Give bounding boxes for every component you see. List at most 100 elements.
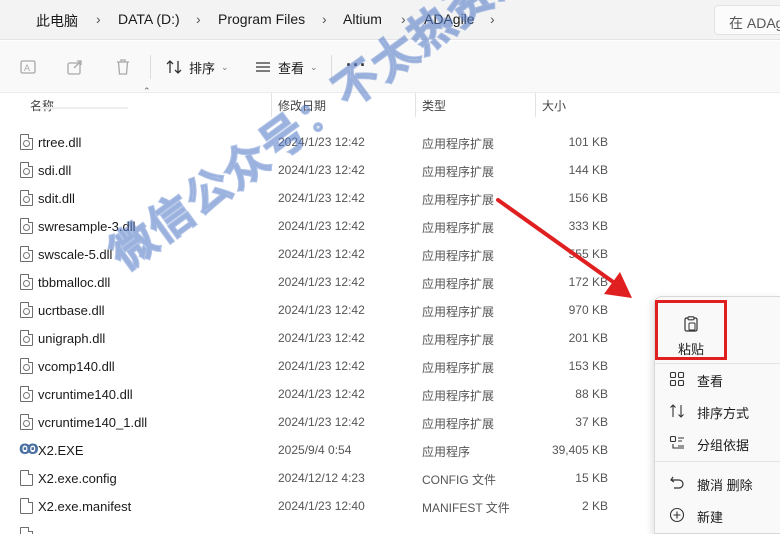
dll-file-icon bbox=[20, 162, 33, 178]
table-row[interactable]: swresample-3.dll 2024/1/23 12:42 应用程序扩展 … bbox=[0, 212, 660, 240]
context-menu: 粘贴 查看 排序方式 分组依据 撤消 删除 新建 bbox=[654, 296, 780, 534]
file-size: 15 KB bbox=[575, 471, 608, 485]
sort-button[interactable]: 排序 ⌄ bbox=[165, 57, 229, 77]
table-row[interactable]: Ꙭ X2.EXE 2025/9/4 0:54 应用程序 39,405 KB bbox=[0, 436, 660, 464]
table-row[interactable]: X2.exe.config 2024/12/12 4:23 CONFIG 文件 … bbox=[0, 464, 660, 492]
menu-item-label: 新建 bbox=[697, 510, 724, 525]
chevron-right-icon[interactable]: › bbox=[196, 11, 201, 27]
file-size: 101 KB bbox=[568, 135, 608, 149]
file-name: vcomp140.dll bbox=[38, 359, 115, 374]
breadcrumb-altium[interactable]: Altium bbox=[343, 11, 382, 27]
file-name: swscale-5.dll bbox=[38, 247, 113, 262]
application-exe-icon: Ꙭ bbox=[19, 441, 39, 457]
table-row[interactable]: rtree.dll 2024/1/23 12:42 应用程序扩展 101 KB bbox=[0, 128, 660, 156]
search-input[interactable]: 在 ADAg bbox=[714, 5, 780, 35]
menu-divider bbox=[655, 461, 780, 462]
breadcrumb-program-files[interactable]: Program Files bbox=[218, 11, 305, 27]
group-by-icon bbox=[669, 435, 684, 449]
file-size: 144 KB bbox=[568, 163, 608, 177]
file-date: 2024/1/23 12:42 bbox=[278, 359, 365, 373]
table-row[interactable]: vcruntime140.dll 2024/1/23 12:42 应用程序扩展 … bbox=[0, 380, 660, 408]
table-row[interactable]: tbbmalloc.dll 2024/1/23 12:42 应用程序扩展 172… bbox=[0, 268, 660, 296]
file-date: 2024/1/23 12:42 bbox=[278, 275, 365, 289]
table-row[interactable]: ucrtbase.dll 2024/1/23 12:42 应用程序扩展 970 … bbox=[0, 296, 660, 324]
file-name: tbbmalloc.dll bbox=[38, 275, 111, 290]
rename-icon[interactable]: A bbox=[18, 57, 38, 77]
dll-file-icon bbox=[20, 358, 33, 374]
menu-item-label: 分组依据 bbox=[697, 438, 750, 453]
file-name: rtree.dll bbox=[38, 135, 82, 150]
add-circle-icon bbox=[669, 507, 685, 523]
file-size: 333 KB bbox=[568, 219, 608, 233]
dll-file-icon bbox=[20, 274, 33, 290]
menu-item-sort-by[interactable]: 排序方式 bbox=[655, 396, 780, 426]
file-date: 2024/1/23 12:42 bbox=[278, 219, 365, 233]
file-size: 156 KB bbox=[568, 191, 608, 205]
menu-item-group-by[interactable]: 分组依据 bbox=[655, 428, 780, 458]
config-file-icon bbox=[20, 470, 33, 486]
breadcrumb-this-pc[interactable]: 此电脑 bbox=[36, 11, 78, 31]
file-name: sdit.dll bbox=[38, 191, 75, 206]
paste-button[interactable]: 粘贴 bbox=[655, 300, 727, 360]
file-type: 应用程序 bbox=[422, 445, 471, 459]
delete-icon[interactable] bbox=[113, 57, 133, 77]
breadcrumb-data-drive[interactable]: DATA (D:) bbox=[118, 11, 180, 27]
grid-view-icon bbox=[669, 371, 685, 387]
file-date: 2024/1/23 12:42 bbox=[278, 331, 365, 345]
table-row[interactable]: X2.exe.manifest 2024/1/23 12:40 MANIFEST… bbox=[0, 492, 660, 520]
file-name: X2.EXE bbox=[38, 443, 84, 458]
dll-file-icon bbox=[20, 134, 33, 150]
table-row-partial[interactable] bbox=[0, 107, 660, 117]
table-row[interactable]: vcruntime140_1.dll 2024/1/23 12:42 应用程序扩… bbox=[0, 408, 660, 436]
command-bar: A 排序 ⌄ 查看 ⌄ ··· bbox=[0, 41, 780, 93]
dll-file-icon bbox=[20, 386, 33, 402]
address-bar[interactable]: 此电脑 › DATA (D:) › Program Files › Altium… bbox=[0, 0, 780, 40]
file-date: 2024/1/23 12:42 bbox=[278, 303, 365, 317]
sort-label: 排序 bbox=[189, 60, 216, 76]
view-button[interactable]: 查看 ⌄ bbox=[254, 57, 318, 77]
paste-icon bbox=[684, 316, 698, 332]
file-size: 201 KB bbox=[568, 331, 608, 345]
table-row[interactable]: swscale-5.dll 2024/1/23 12:42 应用程序扩展 555… bbox=[0, 240, 660, 268]
table-row[interactable]: unigraph.dll 2024/1/23 12:42 应用程序扩展 201 … bbox=[0, 324, 660, 352]
file-date: 2024/12/12 4:23 bbox=[278, 471, 365, 485]
chevron-right-icon[interactable]: › bbox=[401, 11, 406, 27]
file-date: 2024/1/23 12:42 bbox=[278, 387, 365, 401]
menu-item-label: 查看 bbox=[697, 374, 724, 389]
table-row-partial[interactable] bbox=[0, 520, 660, 534]
table-row[interactable]: vcomp140.dll 2024/1/23 12:42 应用程序扩展 153 … bbox=[0, 352, 660, 380]
dll-file-icon bbox=[20, 190, 33, 206]
chevron-right-icon[interactable]: › bbox=[490, 11, 495, 27]
paste-label: 粘贴 bbox=[678, 342, 705, 357]
menu-item-label: 排序方式 bbox=[697, 406, 750, 421]
file-date: 2024/1/23 12:42 bbox=[278, 191, 365, 205]
file-type: 应用程序扩展 bbox=[422, 249, 495, 263]
file-type: 应用程序扩展 bbox=[422, 193, 495, 207]
menu-item-new[interactable]: 新建 bbox=[655, 500, 780, 530]
table-row[interactable]: sdit.dll 2024/1/23 12:42 应用程序扩展 156 KB bbox=[0, 184, 660, 212]
file-name: unigraph.dll bbox=[38, 331, 106, 346]
file-size: 153 KB bbox=[568, 359, 608, 373]
view-list-icon bbox=[256, 62, 270, 72]
table-row[interactable]: sdi.dll 2024/1/23 12:42 应用程序扩展 144 KB bbox=[0, 156, 660, 184]
more-options-button[interactable]: ··· bbox=[346, 55, 367, 76]
dll-file-icon bbox=[20, 302, 33, 318]
file-size: 2 KB bbox=[581, 499, 608, 513]
menu-item-undo-delete[interactable]: 撤消 删除 bbox=[655, 468, 780, 498]
dll-file-icon bbox=[20, 218, 33, 234]
menu-item-label: 撤消 删除 bbox=[697, 478, 753, 493]
chevron-right-icon[interactable]: › bbox=[322, 11, 327, 27]
file-date: 2024/1/23 12:42 bbox=[278, 163, 365, 177]
menu-item-view[interactable]: 查看 bbox=[655, 364, 780, 394]
toolbar-divider bbox=[331, 55, 332, 79]
breadcrumb-adagile[interactable]: ADAgile bbox=[424, 11, 475, 27]
file-name: vcruntime140_1.dll bbox=[38, 415, 148, 430]
toolbar-divider bbox=[150, 55, 151, 79]
file-size: 88 KB bbox=[575, 387, 608, 401]
chevron-right-icon[interactable]: › bbox=[96, 11, 101, 27]
file-type: 应用程序扩展 bbox=[422, 361, 495, 375]
json-file-icon bbox=[20, 527, 33, 534]
chevron-down-icon: ⌄ bbox=[221, 61, 229, 72]
file-type: 应用程序扩展 bbox=[422, 221, 495, 235]
share-icon[interactable] bbox=[65, 57, 85, 77]
